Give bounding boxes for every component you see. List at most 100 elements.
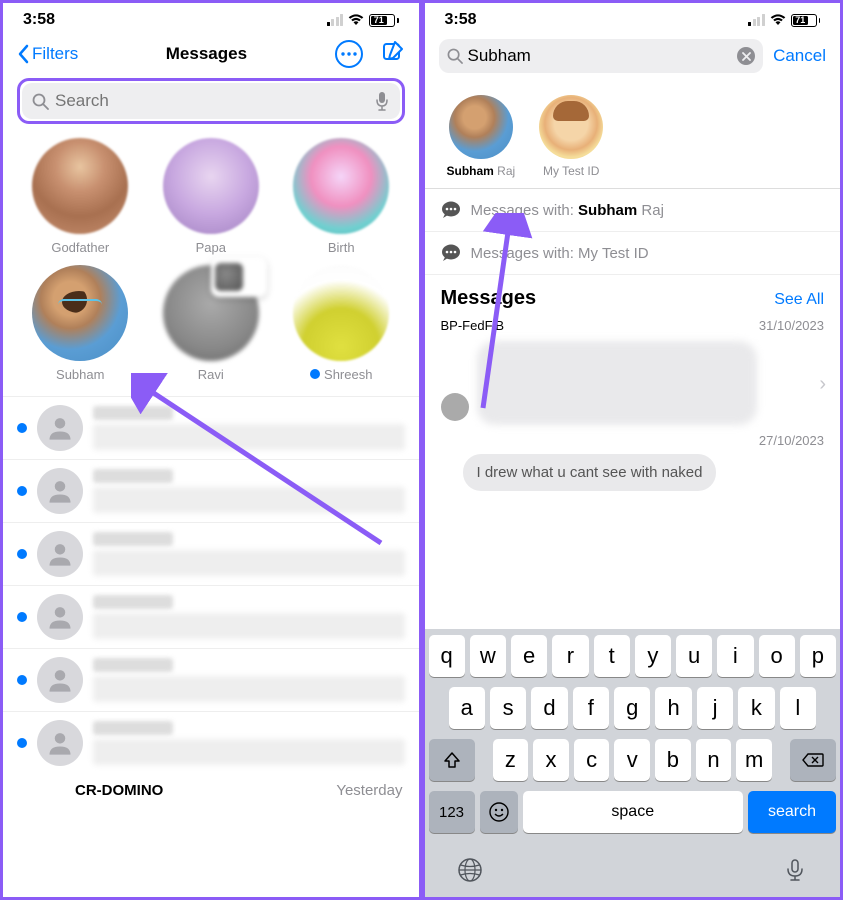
- pinned-contact-godfather[interactable]: Godfather: [17, 138, 144, 255]
- avatar: [37, 720, 83, 766]
- key-o[interactable]: o: [759, 635, 795, 677]
- keyboard-footer: [429, 843, 837, 889]
- cancel-button[interactable]: Cancel: [773, 46, 826, 66]
- pinned-contact-birth[interactable]: Birth: [278, 138, 405, 255]
- key-y[interactable]: y: [635, 635, 671, 677]
- person-icon: [46, 729, 74, 757]
- list-item[interactable]: [3, 648, 419, 711]
- emoji-key[interactable]: [480, 791, 518, 833]
- shift-icon: [443, 751, 461, 769]
- search-input[interactable]: [55, 91, 368, 111]
- chat-bubble-icon: [441, 243, 461, 263]
- key-t[interactable]: t: [594, 635, 630, 677]
- status-icons: 71: [327, 14, 399, 27]
- contact-result-subham[interactable]: Subham Raj: [447, 95, 516, 178]
- pinned-contact-subham[interactable]: Subham: [17, 265, 144, 382]
- emoji-icon: [488, 801, 510, 823]
- key-n[interactable]: n: [696, 739, 732, 781]
- key-f[interactable]: f: [573, 687, 609, 729]
- pinned-contact-shreesh[interactable]: Shreesh: [278, 265, 405, 382]
- search-key[interactable]: search: [748, 791, 836, 833]
- key-row-1: q w e r t y u i o p: [429, 635, 837, 677]
- key-e[interactable]: e: [511, 635, 547, 677]
- chevron-right-icon: ›: [819, 373, 826, 396]
- search-box[interactable]: [22, 83, 400, 119]
- battery-icon: 71: [791, 14, 821, 27]
- key-j[interactable]: j: [697, 687, 733, 729]
- see-all-button[interactable]: See All: [774, 291, 824, 309]
- list-item[interactable]: [3, 459, 419, 522]
- pin-label: Papa: [196, 240, 226, 255]
- cellular-icon: [748, 14, 765, 26]
- keyboard: q w e r t y u i o p a s d f g h j k l z …: [425, 629, 841, 897]
- key-q[interactable]: q: [429, 635, 465, 677]
- clear-button[interactable]: [737, 47, 755, 65]
- key-m[interactable]: m: [736, 739, 772, 781]
- space-key[interactable]: space: [523, 791, 744, 833]
- conversation-list[interactable]: CR-DOMINOYesterday: [3, 396, 419, 897]
- chat-bubble-icon: [441, 200, 461, 220]
- message-bubble: [477, 341, 757, 425]
- message-preview-badge: [211, 257, 267, 297]
- key-h[interactable]: h: [655, 687, 691, 729]
- key-x[interactable]: x: [533, 739, 569, 781]
- key-a[interactable]: a: [449, 687, 485, 729]
- avatar: [37, 468, 83, 514]
- key-p[interactable]: p: [800, 635, 836, 677]
- list-item[interactable]: [3, 585, 419, 648]
- search-box-highlight: [17, 78, 405, 124]
- messages-with-link[interactable]: Messages with: Subham Raj: [425, 189, 841, 232]
- backspace-key[interactable]: [790, 739, 836, 781]
- key-u[interactable]: u: [676, 635, 712, 677]
- message-bubble[interactable]: I drew what u cant see with naked: [463, 454, 717, 491]
- key-c[interactable]: c: [574, 739, 610, 781]
- message-result[interactable]: ›: [425, 341, 841, 433]
- search-input[interactable]: [468, 46, 733, 66]
- mic-icon[interactable]: [374, 91, 390, 111]
- search-header: Cancel: [425, 33, 841, 79]
- key-v[interactable]: v: [614, 739, 650, 781]
- more-button[interactable]: [335, 40, 363, 68]
- list-item[interactable]: [3, 396, 419, 459]
- ellipsis-icon: [341, 52, 357, 56]
- list-item[interactable]: CR-DOMINOYesterday: [3, 774, 419, 799]
- messages-with-link[interactable]: Messages with: My Test ID: [425, 232, 841, 275]
- list-item[interactable]: [3, 711, 419, 774]
- key-d[interactable]: d: [531, 687, 567, 729]
- key-s[interactable]: s: [490, 687, 526, 729]
- cellular-icon: [327, 14, 344, 26]
- unread-dot-icon: [17, 423, 27, 433]
- key-row-4: 123 space search: [429, 791, 837, 833]
- compose-button[interactable]: [381, 39, 405, 68]
- pin-label: Shreesh: [310, 367, 372, 382]
- right-screenshot: 3:58 71 Cancel Subham Raj My Test ID: [425, 3, 841, 897]
- pin-label: Godfather: [51, 240, 109, 255]
- unread-dot-icon: [17, 738, 27, 748]
- filters-button[interactable]: Filters: [17, 44, 78, 64]
- key-i[interactable]: i: [717, 635, 753, 677]
- dictation-icon[interactable]: [782, 857, 808, 883]
- pin-label: Subham: [56, 367, 104, 382]
- key-b[interactable]: b: [655, 739, 691, 781]
- key-g[interactable]: g: [614, 687, 650, 729]
- globe-icon[interactable]: [457, 857, 483, 883]
- pinned-contact-ravi[interactable]: Ravi: [148, 265, 275, 382]
- status-time: 3:58: [445, 11, 477, 29]
- list-item[interactable]: [3, 522, 419, 585]
- key-l[interactable]: l: [780, 687, 816, 729]
- key-z[interactable]: z: [493, 739, 529, 781]
- avatar: [163, 265, 259, 361]
- key-r[interactable]: r: [552, 635, 588, 677]
- key-row-2: a s d f g h j k l: [429, 687, 837, 729]
- search-field[interactable]: [439, 39, 764, 73]
- pinned-contact-papa[interactable]: Papa: [148, 138, 275, 255]
- key-w[interactable]: w: [470, 635, 506, 677]
- unread-dot-icon: [17, 612, 27, 622]
- numbers-key[interactable]: 123: [429, 791, 475, 833]
- key-k[interactable]: k: [738, 687, 774, 729]
- contact-result-mytestid[interactable]: My Test ID: [539, 95, 603, 178]
- wifi-icon: [348, 14, 364, 26]
- contact-label: My Test ID: [543, 164, 599, 178]
- key-row-3: z x c v b n m: [429, 739, 837, 781]
- shift-key[interactable]: [429, 739, 475, 781]
